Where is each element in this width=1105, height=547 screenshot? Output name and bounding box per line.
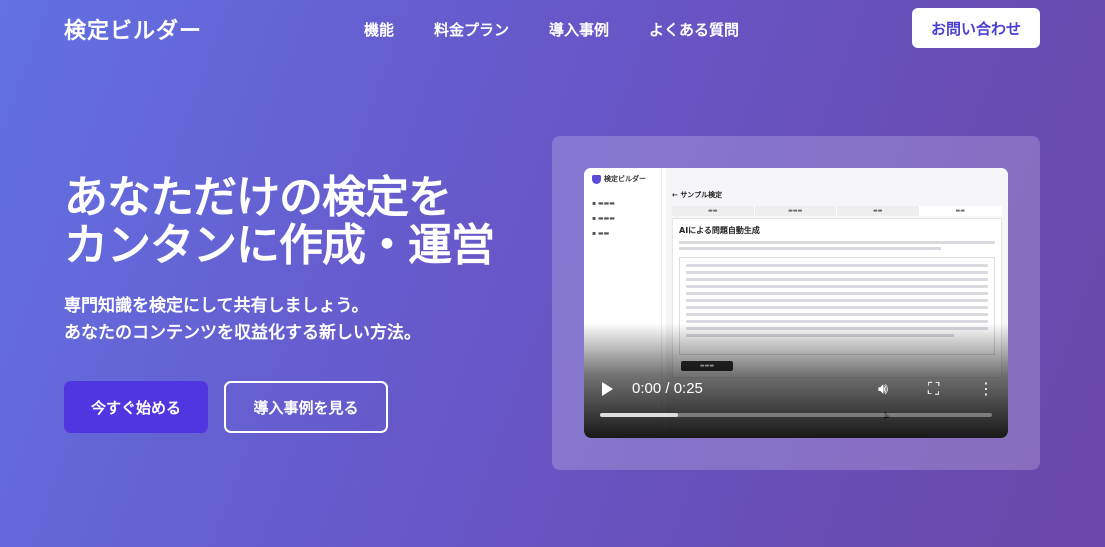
video-app-menu-item: ▪ ▬▬	[592, 230, 610, 237]
hero-title-line-1: あなただけの検定を	[64, 172, 452, 223]
video-progress-bar[interactable]	[600, 413, 992, 417]
video-controls: 0:00 / 0:25 🔊︎ ⛶ ⋮	[584, 368, 1008, 438]
play-icon[interactable]	[602, 382, 613, 396]
hero-subtitle-line-1: 専門知識を検定にして共有しましょう。	[64, 296, 369, 316]
video-app-page-title: ← サンプル検定	[672, 191, 723, 199]
nav-item-pricing[interactable]: 料金プラン	[434, 19, 509, 40]
hero-title: あなただけの検定を カンタンに作成・運営	[64, 172, 495, 272]
more-vertical-icon[interactable]: ⋮	[978, 379, 994, 398]
text-line	[686, 313, 988, 316]
video-app-panel-title: AIによる問題自動生成	[679, 226, 760, 235]
text-line	[686, 299, 988, 302]
nav-item-faq[interactable]: よくある質問	[649, 19, 739, 40]
start-now-button[interactable]: 今すぐ始める	[64, 381, 208, 433]
text-line	[686, 271, 988, 274]
text-line	[679, 241, 995, 244]
contact-button[interactable]: お問い合わせ	[912, 8, 1040, 48]
video-app-menu: ▪ ▬▬▬ ▪ ▬▬▬ ▪ ▬▬	[592, 196, 615, 241]
video-card: 検定ビルダー ▪ ▬▬▬ ▪ ▬▬▬ ▪ ▬▬ ← サンプル検定 ▬▬ ▬▬▬ …	[552, 136, 1040, 470]
video-app-logo: 検定ビルダー	[592, 174, 646, 184]
text-line	[686, 278, 988, 281]
nav-item-case-studies[interactable]: 導入事例	[549, 19, 609, 40]
text-line	[679, 247, 941, 250]
video-app-logo-text: 検定ビルダー	[604, 175, 646, 183]
video-progress-fill	[600, 413, 679, 417]
site-logo[interactable]: 検定ビルダー	[64, 13, 202, 45]
video-time: 0:00 / 0:25	[632, 380, 703, 397]
hero-title-line-2: カンタンに作成・運営	[64, 220, 495, 272]
video-app-menu-item: ▪ ▬▬▬	[592, 200, 615, 207]
video-app-tab: ▬▬▬	[754, 206, 837, 216]
top-nav: 検定ビルダー 機能 料金プラン 導入事例 よくある質問 お問い合わせ	[0, 0, 1105, 56]
video-app-tabs: ▬▬ ▬▬▬ ▬▬ ▬▬	[672, 206, 1002, 216]
text-line	[686, 292, 988, 295]
video-app-tab-active: ▬▬	[919, 206, 1002, 216]
text-line	[686, 264, 988, 267]
view-case-studies-button[interactable]: 導入事例を見る	[224, 381, 388, 433]
text-line	[686, 285, 988, 288]
demo-video[interactable]: 検定ビルダー ▪ ▬▬▬ ▪ ▬▬▬ ▪ ▬▬ ← サンプル検定 ▬▬ ▬▬▬ …	[584, 168, 1008, 438]
video-app-tab: ▬▬	[837, 206, 920, 216]
text-line	[686, 306, 988, 309]
nav-item-features[interactable]: 機能	[364, 19, 394, 40]
hero-subtitle: 専門知識を検定にして共有しましょう。 あなたのコンテンツを収益化する新しい方法。	[64, 293, 421, 347]
nav-links: 機能 料金プラン 導入事例 よくある質問	[364, 19, 739, 40]
fullscreen-icon[interactable]: ⛶	[928, 379, 939, 399]
hero-subtitle-line-2: あなたのコンテンツを収益化する新しい方法。	[64, 323, 421, 344]
video-app-tab: ▬▬	[672, 206, 755, 216]
video-app-menu-item: ▪ ▬▬▬	[592, 215, 615, 222]
volume-icon[interactable]: 🔊︎	[878, 379, 888, 399]
shield-icon	[592, 174, 601, 184]
